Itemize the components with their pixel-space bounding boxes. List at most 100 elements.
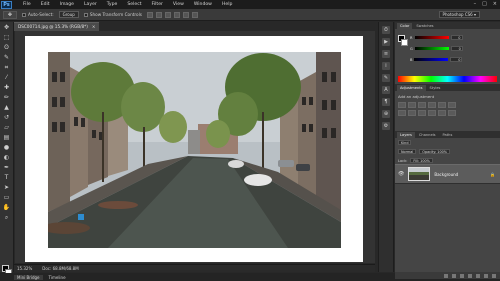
menu-filter[interactable]: Filter <box>147 0 168 9</box>
tab-styles[interactable]: Styles <box>426 85 444 91</box>
delete-layer-icon[interactable] <box>492 273 496 278</box>
tool-presets-icon[interactable]: ⚙ <box>382 122 390 130</box>
align-top-icon[interactable] <box>146 11 153 18</box>
show-transform-checkbox[interactable]: Show Transform Controls <box>83 12 142 17</box>
exposure-icon[interactable] <box>428 102 436 108</box>
clone-source-icon[interactable]: ⊕ <box>382 110 390 118</box>
character-icon[interactable]: A <box>382 86 390 94</box>
align-middle-icon[interactable] <box>155 11 162 18</box>
red-slider[interactable]: R 0 <box>410 35 463 40</box>
tab-adjustments[interactable]: Adjustments <box>397 85 426 91</box>
document-canvas[interactable] <box>25 36 363 262</box>
layer-style-icon[interactable] <box>452 273 456 278</box>
menu-layer[interactable]: Layer <box>79 0 102 9</box>
document-size[interactable]: Doc: 68.8M/68.8M <box>42 266 78 271</box>
levels-icon[interactable] <box>408 102 416 108</box>
clone-stamp-tool-icon[interactable]: ▲ <box>3 104 11 112</box>
panel-background-swatch[interactable] <box>401 39 408 46</box>
actions-icon[interactable]: ▶ <box>382 38 390 46</box>
menu-select[interactable]: Select <box>122 0 146 9</box>
pen-tool-icon[interactable]: ✒ <box>3 164 11 172</box>
layer-row-background[interactable]: 👁 Background 🔒 <box>395 164 500 184</box>
eyedropper-tool-icon[interactable]: ⁄ <box>3 74 11 82</box>
move-tool-preset[interactable]: ✥ <box>3 10 17 19</box>
blur-tool-icon[interactable]: ● <box>3 144 11 152</box>
document-title: DSC00714.jpg @ 15.3% (RGB/8*) <box>18 24 88 29</box>
black-white-icon[interactable] <box>408 110 416 116</box>
new-layer-icon[interactable] <box>484 273 488 278</box>
green-slider[interactable]: G 0 <box>410 46 463 51</box>
channel-mixer-icon[interactable] <box>428 110 436 116</box>
auto-select-dropdown[interactable]: Group <box>58 11 79 18</box>
curves-icon[interactable] <box>418 102 426 108</box>
opacity-field[interactable]: Opacity: 100% <box>419 149 450 154</box>
brightness-icon[interactable] <box>398 102 406 108</box>
info-icon[interactable]: i <box>382 62 390 70</box>
red-value[interactable]: 0 <box>450 35 463 40</box>
gradient-map-icon[interactable] <box>448 110 456 116</box>
align-center-icon[interactable] <box>182 11 189 18</box>
history-brush-tool-icon[interactable]: ↺ <box>3 114 11 122</box>
close-button[interactable]: × <box>493 1 497 7</box>
color-balance-icon[interactable] <box>398 110 406 116</box>
brush-tool-icon[interactable]: ✏ <box>3 94 11 102</box>
close-tab-icon[interactable]: × <box>92 23 96 31</box>
blue-slider[interactable]: B 0 <box>410 57 463 62</box>
marquee-tool-icon[interactable]: ⬚ <box>3 34 11 42</box>
link-layers-icon[interactable] <box>444 273 448 278</box>
tab-mini-bridge[interactable]: Mini Bridge <box>14 274 43 280</box>
menu-image[interactable]: Image <box>55 0 79 9</box>
new-adjustment-icon[interactable] <box>468 273 472 278</box>
menu-help[interactable]: Help <box>217 0 237 9</box>
menu-file[interactable]: File <box>18 0 36 9</box>
workspace-switcher[interactable]: Photoshop CS6 ▾ <box>438 11 480 18</box>
menu-view[interactable]: View <box>168 0 189 9</box>
align-right-icon[interactable] <box>191 11 198 18</box>
menu-edit[interactable]: Edit <box>36 0 55 9</box>
blue-value[interactable]: 0 <box>450 57 463 62</box>
zoom-tool-icon[interactable]: ⌕ <box>3 214 11 222</box>
canvas-area[interactable] <box>15 31 375 263</box>
history-icon[interactable]: ⏱ <box>382 26 390 34</box>
brush-preset-icon[interactable]: ✎ <box>382 74 390 82</box>
document-tab[interactable]: DSC00714.jpg @ 15.3% (RGB/8*) × <box>14 22 100 31</box>
shape-tool-icon[interactable]: ▭ <box>3 194 11 202</box>
type-tool-icon[interactable]: T <box>3 174 11 182</box>
layers-panel: Kind Normal Opacity: 100% Lock: Fill: 10… <box>395 138 500 279</box>
healing-tool-icon[interactable]: ✚ <box>3 84 11 92</box>
maximize-button[interactable]: □ <box>482 1 487 7</box>
zoom-level[interactable]: 15.32% <box>17 266 32 271</box>
add-mask-icon[interactable] <box>460 273 464 278</box>
new-group-icon[interactable] <box>476 273 480 278</box>
menu-window[interactable]: Window <box>189 0 217 9</box>
layer-name[interactable]: Background <box>434 172 458 177</box>
align-bottom-icon[interactable] <box>164 11 171 18</box>
minimize-button[interactable]: – <box>474 1 477 7</box>
path-select-tool-icon[interactable]: ➤ <box>3 184 11 192</box>
hand-tool-icon[interactable]: ✋ <box>3 204 11 212</box>
color-spectrum[interactable] <box>398 76 497 82</box>
blend-mode-dropdown[interactable]: Normal <box>398 149 417 154</box>
green-value[interactable]: 0 <box>450 46 463 51</box>
photo-filter-icon[interactable] <box>418 110 426 116</box>
paragraph-icon[interactable]: ¶ <box>382 98 390 106</box>
adjustments-panel: Add an adjustment <box>395 91 500 131</box>
visibility-eye-icon[interactable]: 👁 <box>398 171 404 177</box>
properties-icon[interactable]: ≡ <box>382 50 390 58</box>
crop-tool-icon[interactable]: ⌗ <box>3 64 11 72</box>
quick-select-tool-icon[interactable]: ✎ <box>3 54 11 62</box>
invert-icon[interactable] <box>438 110 446 116</box>
layer-kind-dropdown[interactable]: Kind <box>398 140 412 145</box>
menu-type[interactable]: Type <box>102 0 123 9</box>
eraser-tool-icon[interactable]: ▱ <box>3 124 11 132</box>
hue-saturation-icon[interactable] <box>448 102 456 108</box>
move-tool-icon[interactable]: ✥ <box>3 24 11 32</box>
align-left-icon[interactable] <box>173 11 180 18</box>
vibrance-icon[interactable] <box>438 102 446 108</box>
lasso-tool-icon[interactable]: ʘ <box>3 44 11 52</box>
dodge-tool-icon[interactable]: ◐ <box>3 154 11 162</box>
auto-select-checkbox[interactable]: Auto-Select: <box>22 12 54 17</box>
tab-timeline[interactable]: Timeline <box>49 275 66 280</box>
gradient-tool-icon[interactable]: ▤ <box>3 134 11 142</box>
fill-field[interactable]: Fill: 100% <box>410 158 433 163</box>
